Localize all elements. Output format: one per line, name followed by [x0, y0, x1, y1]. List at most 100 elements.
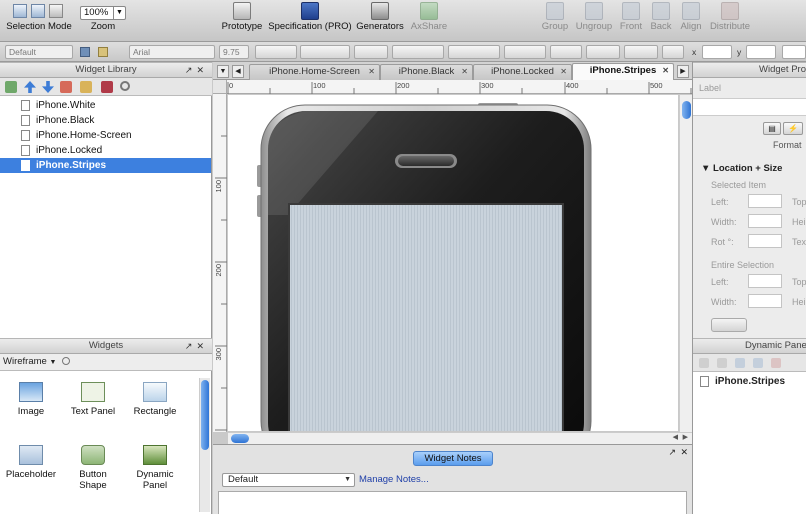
delete-icon[interactable] — [771, 358, 781, 368]
design-canvas[interactable] — [228, 95, 678, 431]
selection-width-field[interactable] — [748, 294, 782, 308]
style-icon[interactable] — [80, 47, 90, 57]
canvas-vertical-scrollbar[interactable] — [679, 95, 692, 432]
library-item-iphone-home-screen[interactable]: iPhone.Home-Screen — [0, 128, 211, 143]
notes-set-select[interactable]: Default ▼ — [222, 473, 355, 487]
widget-library-select[interactable]: Wireframe — [3, 356, 47, 367]
selection-left-field[interactable] — [748, 274, 782, 288]
bold-italic-underline-buttons[interactable] — [255, 45, 297, 59]
move-down-icon[interactable] — [753, 358, 763, 368]
generators-button[interactable]: Generators — [355, 2, 405, 32]
edit-icon[interactable] — [80, 81, 92, 93]
y-field[interactable] — [746, 45, 776, 59]
add-state-icon[interactable] — [699, 358, 709, 368]
library-item-iphone-stripes[interactable]: iPhone.Stripes — [0, 158, 211, 173]
font-select[interactable]: Arial — [129, 45, 215, 59]
text-color-buttons[interactable] — [300, 45, 350, 59]
widget-notes-button[interactable]: Widget Notes — [413, 451, 493, 466]
scroll-thumb[interactable] — [231, 434, 249, 443]
duplicate-icon[interactable] — [717, 358, 727, 368]
widget-library-filter[interactable]: Wireframe ▼ — [0, 354, 212, 371]
line-width-button[interactable] — [586, 45, 620, 59]
location-size-section[interactable]: ▼ Location + Size — [701, 163, 782, 174]
arrow-style-button[interactable] — [624, 45, 658, 59]
close-icon[interactable]: ✕ — [196, 341, 208, 351]
popout-icon[interactable]: ↗ — [668, 447, 676, 458]
iphone-stripes-widget[interactable] — [228, 95, 678, 431]
search-icon[interactable] — [62, 357, 71, 365]
move-up-icon[interactable] — [24, 81, 36, 93]
scroll-right-icon[interactable]: ▶ — [683, 433, 688, 441]
align-button[interactable]: Align — [677, 2, 705, 32]
add-library-icon[interactable] — [5, 81, 17, 93]
tab-scroll-right-icon[interactable]: ▶ — [677, 65, 689, 78]
line-style-buttons[interactable] — [354, 45, 388, 59]
border-color-button[interactable] — [550, 45, 582, 59]
move-down-icon[interactable] — [42, 81, 54, 93]
scroll-thumb[interactable] — [201, 380, 209, 450]
widget-dynamic-panel[interactable]: Dynamic Panel — [124, 445, 186, 491]
library-item-iphone-black[interactable]: iPhone.Black — [0, 113, 211, 128]
vertical-align-buttons[interactable] — [448, 45, 500, 59]
prototype-button[interactable]: Prototype — [219, 2, 265, 32]
tab-iphone-stripes[interactable]: iPhone.Stripes ✕ — [572, 63, 674, 80]
front-button[interactable]: Front — [617, 2, 645, 32]
dynamic-panel-item[interactable]: iPhone.Stripes — [693, 374, 806, 389]
w-field[interactable] — [782, 45, 806, 59]
tab-iphone-locked[interactable]: iPhone.Locked ✕ — [473, 64, 572, 80]
style-select[interactable]: Default — [5, 45, 73, 59]
shadow-button[interactable] — [662, 45, 684, 59]
close-icon[interactable]: ✕ — [196, 65, 208, 75]
widget-image[interactable]: Image — [0, 382, 62, 417]
widget-text-panel[interactable]: Text Panel — [62, 382, 124, 417]
tab-scroll-left-icon[interactable]: ◀ — [232, 65, 244, 78]
lock-aspect-button[interactable] — [711, 318, 747, 332]
x-field[interactable] — [702, 45, 732, 59]
popout-icon[interactable]: ↗ — [185, 341, 197, 351]
widget-button-shape[interactable]: Button Shape — [62, 445, 124, 491]
width-field[interactable] — [748, 214, 782, 228]
close-tab-icon[interactable]: ✕ — [368, 65, 375, 79]
widget-placeholder[interactable]: Placeholder — [0, 445, 62, 480]
popout-icon[interactable]: ↗ — [185, 65, 197, 75]
notes-text-area[interactable] — [218, 491, 687, 514]
close-tab-icon[interactable]: ✕ — [461, 65, 468, 79]
tab-list-icon[interactable]: ▼ — [217, 65, 229, 78]
group-button[interactable]: Group — [539, 2, 571, 32]
tab-iphone-home-screen[interactable]: iPhone.Home-Screen ✕ — [249, 64, 380, 80]
zoom-control[interactable]: 100% ▼ Zoom — [80, 2, 126, 32]
distribute-button[interactable]: Distribute — [707, 2, 753, 32]
library-item-iphone-white[interactable]: iPhone.White — [0, 98, 211, 113]
search-icon[interactable] — [120, 81, 130, 91]
rotation-field[interactable] — [748, 234, 782, 248]
tab-iphone-black[interactable]: iPhone.Black ✕ — [380, 64, 473, 80]
fill-color-buttons[interactable] — [504, 45, 546, 59]
move-up-icon[interactable] — [735, 358, 745, 368]
back-button[interactable]: Back — [647, 2, 675, 32]
close-tab-icon[interactable]: ✕ — [560, 65, 567, 79]
library-book-icon[interactable] — [101, 81, 113, 93]
delete-icon[interactable] — [60, 81, 72, 93]
scroll-left-icon[interactable]: ◀ — [673, 433, 678, 441]
format-tab-label[interactable]: Format — [773, 140, 802, 150]
close-tab-icon[interactable]: ✕ — [662, 64, 669, 78]
axshare-button[interactable]: AxShare — [408, 2, 450, 32]
zoom-select[interactable]: 100% ▼ — [80, 6, 126, 20]
properties-tab-icon[interactable]: ▤ — [763, 122, 781, 135]
specification-button[interactable]: Specification (PRO) — [268, 2, 352, 32]
lightning-icon[interactable]: ⚡ — [783, 122, 803, 135]
text-align-buttons[interactable] — [392, 45, 444, 59]
left-field[interactable] — [748, 194, 782, 208]
label-input[interactable] — [693, 98, 806, 116]
library-item-iphone-locked[interactable]: iPhone.Locked — [0, 143, 211, 158]
close-icon[interactable]: ✕ — [680, 447, 688, 458]
scroll-thumb[interactable] — [682, 101, 691, 119]
canvas-horizontal-scrollbar[interactable]: ◀ ▶ — [228, 432, 692, 444]
ungroup-button[interactable]: Ungroup — [573, 2, 615, 32]
widgets-scrollbar[interactable] — [199, 378, 210, 512]
widget-rectangle[interactable]: Rectangle — [124, 382, 186, 417]
selection-mode-button[interactable]: Selection Mode — [6, 2, 72, 32]
format-painter-icon[interactable] — [98, 47, 108, 57]
font-size-select[interactable]: 9.75 — [219, 45, 249, 59]
manage-notes-link[interactable]: Manage Notes... — [359, 474, 429, 485]
